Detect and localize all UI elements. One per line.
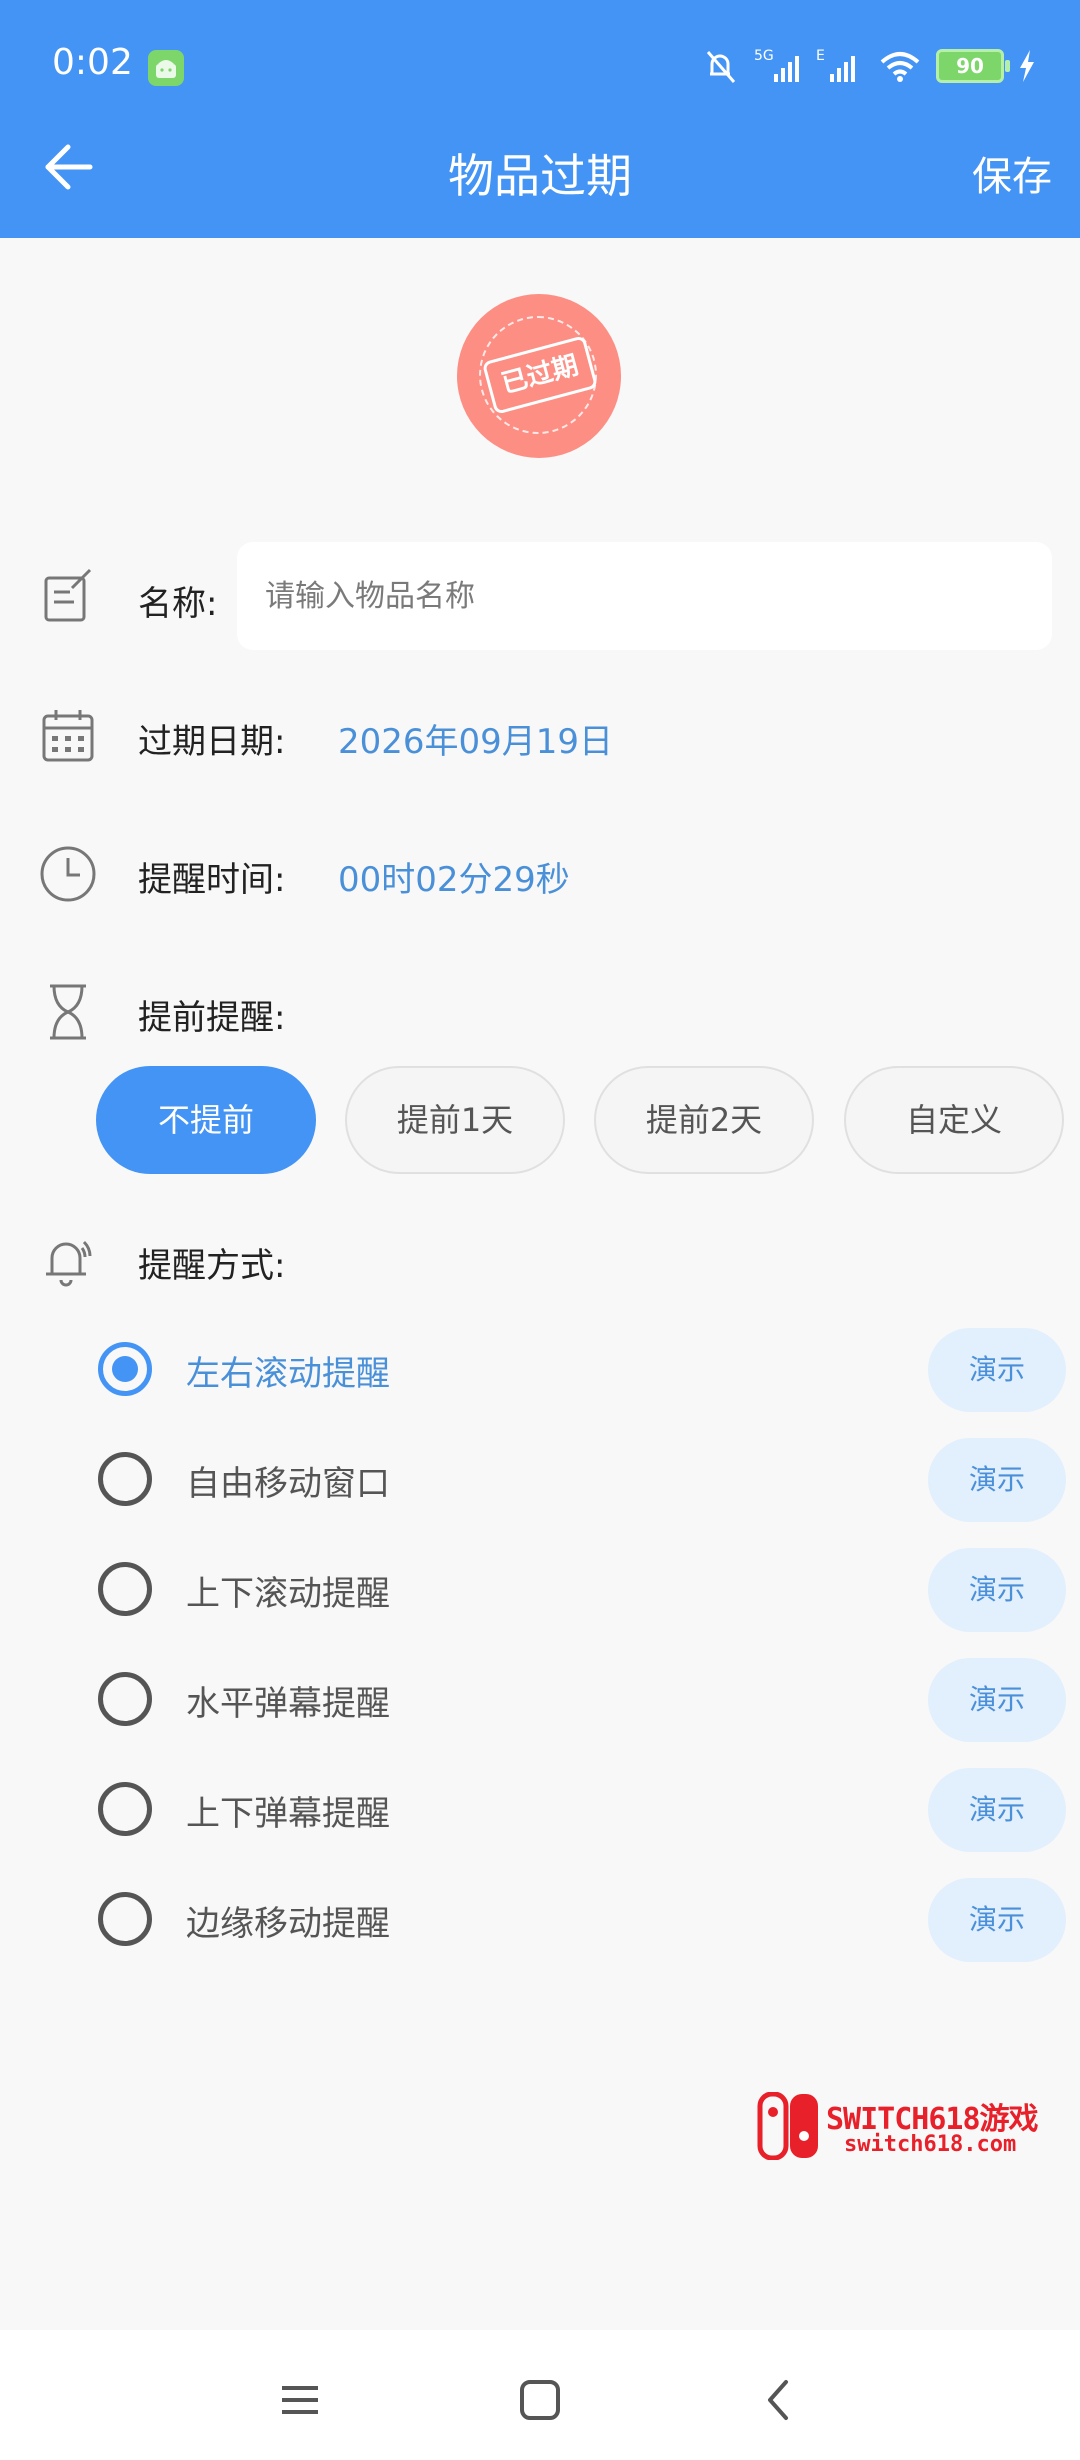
name-label: 名称: <box>138 584 218 624</box>
method-label: 水平弹幕提醒 <box>186 1684 390 1724</box>
home-square-icon[interactable] <box>510 2370 570 2430</box>
advance-option-1day[interactable]: 提前1天 <box>345 1066 565 1174</box>
expiry-date-value[interactable]: 2026年09月19日 <box>338 714 613 763</box>
demo-button[interactable]: 演示 <box>928 1878 1066 1962</box>
save-button[interactable]: 保存 <box>972 144 1052 202</box>
method-option[interactable]: 上下弹幕提醒 演示 <box>0 1764 1080 1854</box>
charging-icon <box>1020 50 1034 82</box>
mute-icon <box>706 51 736 83</box>
battery-level: 90 <box>956 54 984 78</box>
app-header: 0:02 5G E 90 物品过期 保存 <box>0 0 1080 238</box>
method-label: 自由移动窗口 <box>186 1464 390 1504</box>
radio-unchecked[interactable] <box>98 1452 152 1506</box>
method-option[interactable]: 自由移动窗口 演示 <box>0 1434 1080 1524</box>
method-label: 边缘移动提醒 <box>186 1904 390 1944</box>
signal-icon: 5G <box>754 48 799 82</box>
radio-unchecked[interactable] <box>98 1672 152 1726</box>
status-time: 0:02 <box>52 42 133 83</box>
battery-icon: 90 <box>936 49 1010 83</box>
signal-icon-2: E <box>816 48 855 82</box>
switch-logo-icon <box>757 2092 818 2160</box>
advance-reminder-label: 提前提醒: <box>138 998 286 1038</box>
demo-button[interactable]: 演示 <box>928 1438 1066 1522</box>
item-image-badge[interactable]: 已过期 <box>457 294 621 458</box>
advance-option-custom[interactable]: 自定义 <box>844 1066 1064 1174</box>
method-option[interactable]: 边缘移动提醒 演示 <box>0 1874 1080 1964</box>
radio-unchecked[interactable] <box>98 1562 152 1616</box>
reminder-time-value[interactable]: 00时02分29秒 <box>338 852 570 901</box>
method-option[interactable]: 左右滚动提醒 演示 <box>0 1324 1080 1414</box>
status-icons: 5G E 90 <box>700 44 1036 88</box>
advance-option-2day[interactable]: 提前2天 <box>594 1066 814 1174</box>
reminder-time-label: 提醒时间: <box>138 860 286 900</box>
android-icon <box>148 50 184 86</box>
radio-checked[interactable] <box>98 1342 152 1396</box>
edit-note-icon <box>44 568 92 622</box>
radio-unchecked[interactable] <box>98 1782 152 1836</box>
expiry-date-label: 过期日期: <box>138 722 286 762</box>
advance-option-none[interactable]: 不提前 <box>96 1066 316 1174</box>
system-nav-bar <box>0 2330 1080 2460</box>
method-option[interactable]: 水平弹幕提醒 演示 <box>0 1654 1080 1744</box>
item-name-input[interactable] <box>237 542 1052 650</box>
network-e: E <box>816 48 825 64</box>
hourglass-icon <box>50 984 86 1040</box>
method-option[interactable]: 上下滚动提醒 演示 <box>0 1544 1080 1634</box>
back-chevron-icon[interactable] <box>750 2370 810 2430</box>
calendar-icon <box>42 710 94 762</box>
watermark-url: switch618.com <box>844 2132 1017 2157</box>
clock-icon <box>40 846 96 902</box>
reminder-method-label: 提醒方式: <box>138 1246 286 1286</box>
page-title: 物品过期 <box>448 149 632 203</box>
method-label: 左右滚动提醒 <box>186 1354 390 1394</box>
demo-button[interactable]: 演示 <box>928 1768 1066 1852</box>
demo-button[interactable]: 演示 <box>928 1658 1066 1742</box>
radio-unchecked[interactable] <box>98 1892 152 1946</box>
menu-icon[interactable] <box>270 2370 330 2430</box>
demo-button[interactable]: 演示 <box>928 1328 1066 1412</box>
method-label: 上下弹幕提醒 <box>186 1794 390 1834</box>
network-5g: 5G <box>754 48 774 64</box>
watermark: SWITCH618游戏 switch618.com <box>756 2090 1062 2164</box>
demo-button[interactable]: 演示 <box>928 1548 1066 1632</box>
wifi-icon <box>880 52 920 82</box>
bell-ringing-icon <box>46 1240 92 1287</box>
method-label: 上下滚动提醒 <box>186 1574 390 1614</box>
